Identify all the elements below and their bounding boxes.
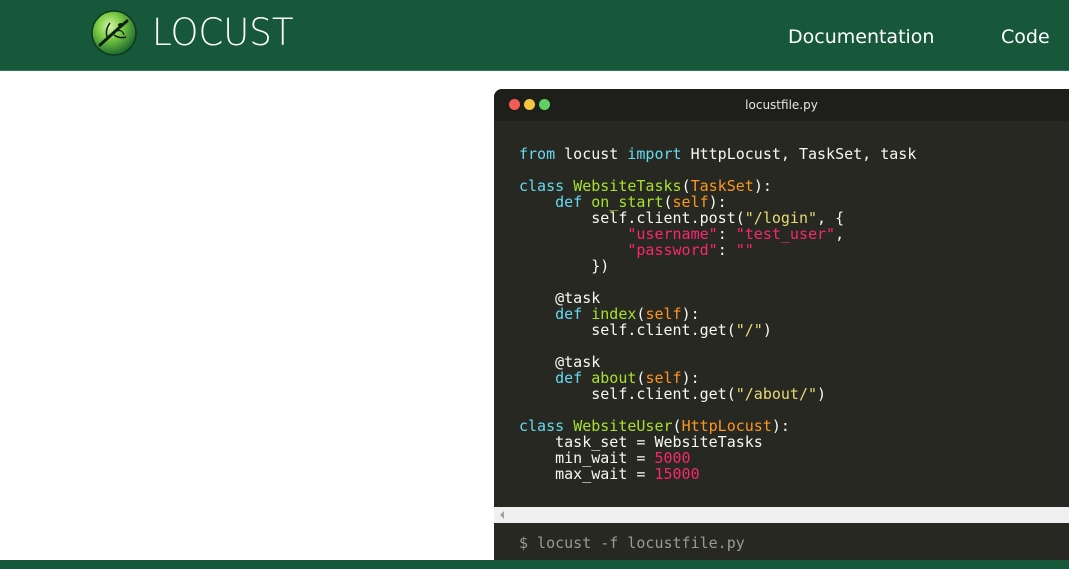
- horizontal-scrollbar[interactable]: [494, 507, 1069, 523]
- nav-documentation-link[interactable]: Documentation: [788, 25, 934, 49]
- code-token: max_wait =: [555, 465, 655, 483]
- nav-code-link[interactable]: Code: [1001, 25, 1050, 49]
- code-token: "": [735, 241, 754, 259]
- code-token: "/about/": [735, 385, 818, 403]
- code-token: def: [555, 305, 583, 323]
- terminal-command: $ locust -f locustfile.py: [519, 534, 745, 552]
- locust-logo-icon: [91, 10, 137, 56]
- code-token: self.client.get(: [591, 385, 736, 403]
- logo-text: LOCUST: [152, 11, 294, 54]
- code-token: 15000: [654, 465, 700, 483]
- site-header: LOCUST Documentation Code: [0, 0, 1069, 71]
- code-window: locustfile.py from locust import HttpLoc…: [494, 89, 1069, 569]
- code-token: from: [519, 145, 556, 163]
- code-token: }): [591, 257, 610, 275]
- code-token: locust: [555, 145, 628, 163]
- code-token: def: [555, 193, 583, 211]
- code-token: self.client.get(: [591, 321, 736, 339]
- code-token: def: [555, 369, 583, 387]
- code-token: import: [627, 145, 682, 163]
- window-filename: locustfile.py: [745, 98, 818, 112]
- scroll-left-arrow-icon[interactable]: [500, 511, 504, 519]
- window-titlebar: locustfile.py: [494, 89, 1069, 121]
- code-token: HttpLocust, TaskSet, task: [681, 145, 917, 163]
- footer-bar: [0, 560, 1069, 569]
- code-token: "/": [735, 321, 763, 339]
- code-block: from locust import HttpLocust, TaskSet, …: [519, 145, 917, 483]
- logo-link[interactable]: LOCUST: [90, 8, 299, 58]
- code-token: "password": [627, 241, 718, 259]
